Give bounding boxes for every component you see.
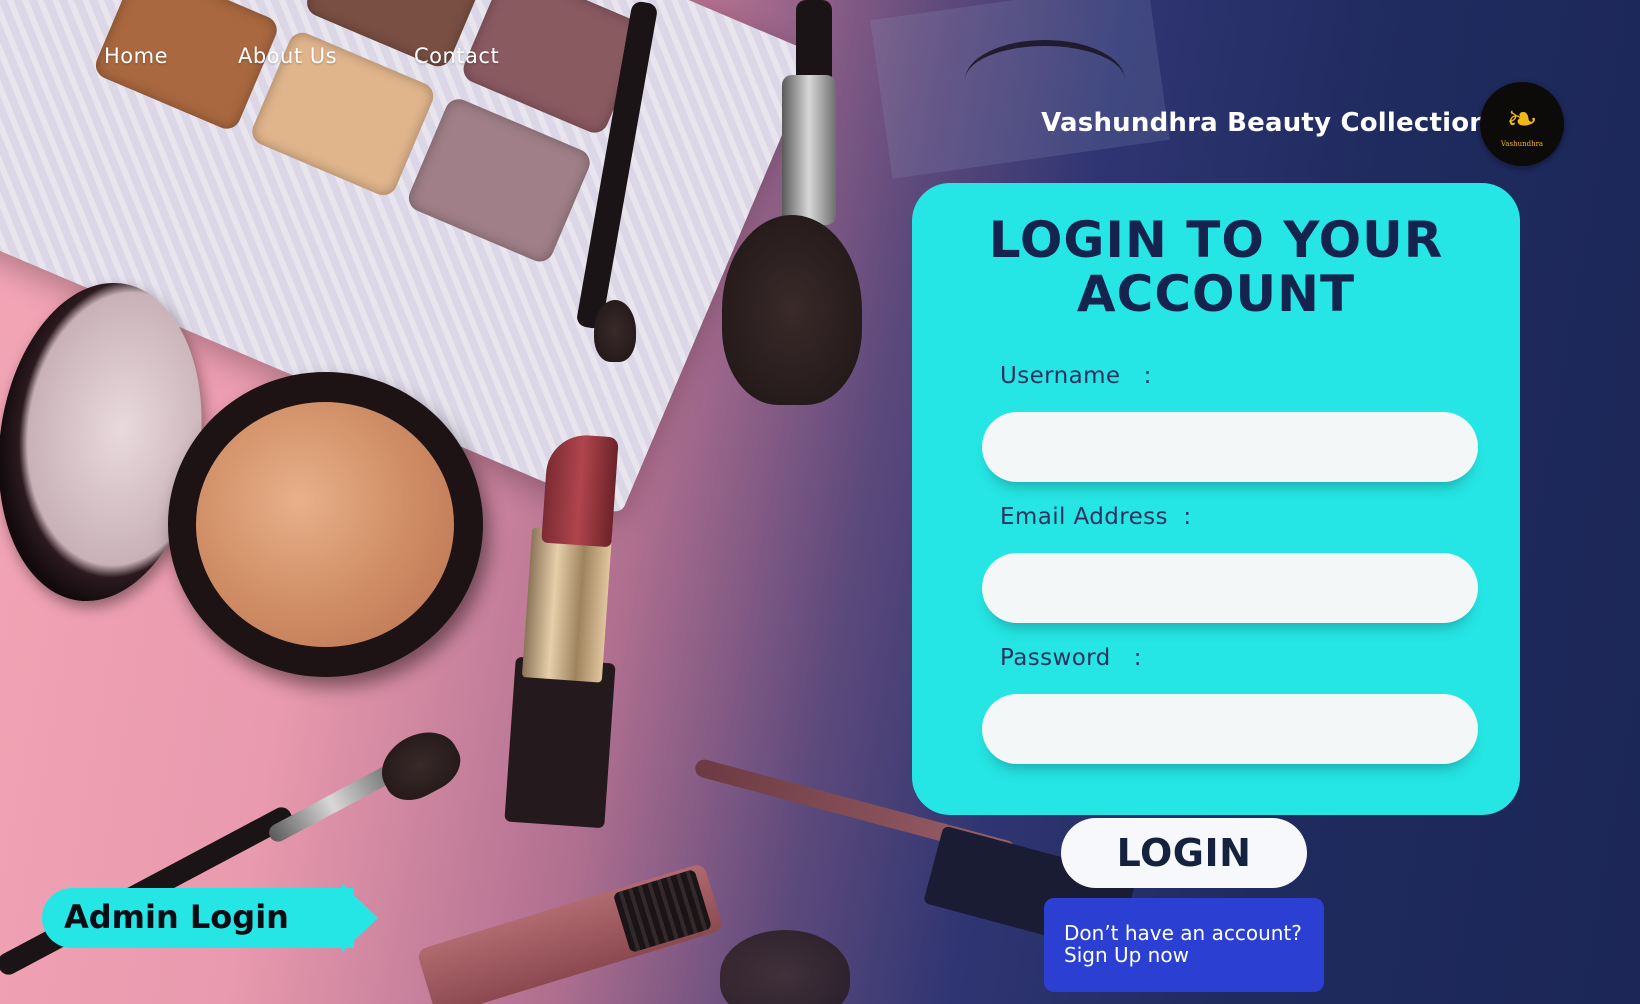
woman-silhouette-icon: ❧ — [1506, 97, 1538, 141]
signup-now-text: Sign Up now — [1064, 943, 1189, 967]
email-label: Email Address : — [1000, 504, 1192, 530]
bronzer-compact-image — [168, 372, 483, 677]
login-title: LOGIN TO YOUR ACCOUNT — [988, 211, 1444, 323]
password-input[interactable] — [982, 694, 1478, 764]
nav-contact-link[interactable]: Contact — [414, 44, 499, 68]
password-label: Password : — [1000, 645, 1142, 671]
admin-login-button[interactable]: Admin Login — [42, 884, 382, 954]
login-card: LOGIN TO YOUR ACCOUNT Username : Email A… — [912, 183, 1520, 815]
login-button[interactable]: LOGIN — [1061, 818, 1307, 888]
nav-home-link[interactable]: Home — [104, 44, 168, 68]
logo-text: Vashundhra — [1500, 140, 1544, 148]
admin-login-label: Admin Login — [64, 898, 289, 936]
signup-link[interactable]: Don’t have an account? Sign Up now — [1044, 898, 1324, 992]
username-input[interactable] — [982, 412, 1478, 482]
email-input[interactable] — [982, 553, 1478, 623]
arrow-right-icon — [342, 884, 378, 952]
nav-about-us-link[interactable]: About Us — [238, 44, 337, 68]
brand-name: Vashundhra Beauty Collection — [1041, 108, 1488, 138]
brand-header: Vashundhra Beauty Collection — [1041, 108, 1488, 138]
username-label: Username : — [1000, 363, 1152, 389]
brand-logo: ❧ Vashundhra — [1480, 82, 1564, 166]
lipstick-image — [504, 656, 616, 829]
signup-prompt-text: Don’t have an account? — [1064, 921, 1302, 945]
